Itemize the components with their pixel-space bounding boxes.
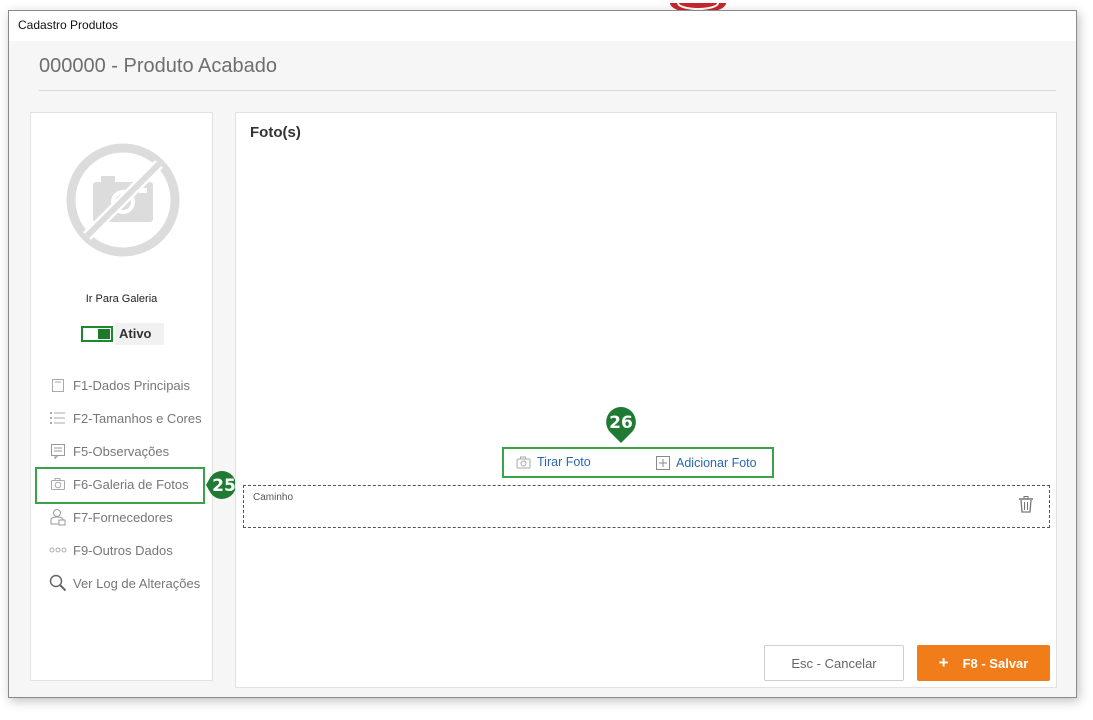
sidebar-item-log-alteracoes[interactable]: Ver Log de Alterações xyxy=(49,572,200,594)
cancel-label: Esc - Cancelar xyxy=(791,655,877,671)
more-icon xyxy=(49,542,67,558)
save-button[interactable]: + F8 - Salvar xyxy=(917,645,1050,681)
sidebar-item-label: F9-Outros Dados xyxy=(73,542,173,558)
window-titlebar: Cadastro Produtos xyxy=(9,11,1076,41)
sidebar-item-dados-principais[interactable]: F1-Dados Principais xyxy=(49,374,190,396)
svg-text:26: 26 xyxy=(609,413,633,433)
add-icon xyxy=(656,456,670,470)
take-photo-button[interactable]: Tirar Foto xyxy=(516,455,591,469)
path-field[interactable]: Caminho xyxy=(243,485,1050,528)
photo-actions-group: Tirar Foto Adicionar Foto xyxy=(502,447,774,478)
sidebar-item-label: F7-Fornecedores xyxy=(73,509,173,525)
no-photo-icon xyxy=(65,142,181,258)
document-icon xyxy=(49,377,67,393)
page-title: 000000 - Produto Acabado xyxy=(39,55,277,77)
add-photo-label: Adicionar Foto xyxy=(676,456,757,470)
sidebar-item-outros-dados[interactable]: F9-Outros Dados xyxy=(49,539,173,561)
path-label: Caminho xyxy=(253,492,294,503)
sidebar-item-observacoes[interactable]: F5-Observações xyxy=(49,440,169,462)
search-icon xyxy=(49,574,67,592)
camera-icon xyxy=(516,456,531,469)
sidebar-item-fornecedores[interactable]: F7-Fornecedores xyxy=(49,506,173,528)
title-divider xyxy=(39,90,1056,91)
sidebar-item-label: F2-Tamanhos e Cores xyxy=(73,410,202,426)
sidebar-item-label: F5-Observações xyxy=(73,443,170,459)
toggle-label: Ativo xyxy=(115,323,164,345)
plus-icon: + xyxy=(938,653,949,672)
save-label: F8 - Salvar xyxy=(962,655,1029,671)
add-photo-button[interactable]: Adicionar Foto xyxy=(656,456,757,470)
cancel-button[interactable]: Esc - Cancelar xyxy=(764,645,904,681)
gallery-nav-highlight xyxy=(35,467,205,504)
toggle-knob xyxy=(98,329,110,339)
take-photo-label: Tirar Foto xyxy=(537,455,591,469)
product-registration-window: Cadastro Produtos 000000 - Produto Acaba… xyxy=(8,10,1077,698)
sidebar-item-label: Ver Log de Alterações xyxy=(73,575,201,591)
annotation-badge-26: 26 xyxy=(606,407,636,443)
photos-panel: Foto(s) Tirar Foto Adicionar Foto Caminh… xyxy=(235,112,1057,688)
go-to-gallery-link[interactable]: Ir Para Galeria xyxy=(31,293,212,305)
sidebar-item-label: F1-Dados Principais xyxy=(73,377,191,393)
notes-icon xyxy=(49,443,67,459)
window-content: 000000 - Produto Acabado Ir Para Galeria xyxy=(9,41,1076,697)
window-title: Cadastro Produtos xyxy=(18,18,119,32)
toggle-switch[interactable] xyxy=(81,326,113,342)
svg-text:25: 25 xyxy=(212,476,236,496)
brand-logo xyxy=(668,0,728,10)
section-title: Foto(s) xyxy=(250,124,301,141)
annotation-badge-25: 25 xyxy=(206,471,236,499)
trash-icon[interactable] xyxy=(1019,496,1033,518)
supplier-icon xyxy=(49,509,67,526)
sidebar-item-tamanhos-cores[interactable]: F2-Tamanhos e Cores xyxy=(49,407,202,429)
list-icon xyxy=(49,410,67,426)
active-toggle[interactable]: Ativo xyxy=(81,323,164,345)
sidebar: Ir Para Galeria Ativo F1-Dados Principai… xyxy=(30,112,213,681)
